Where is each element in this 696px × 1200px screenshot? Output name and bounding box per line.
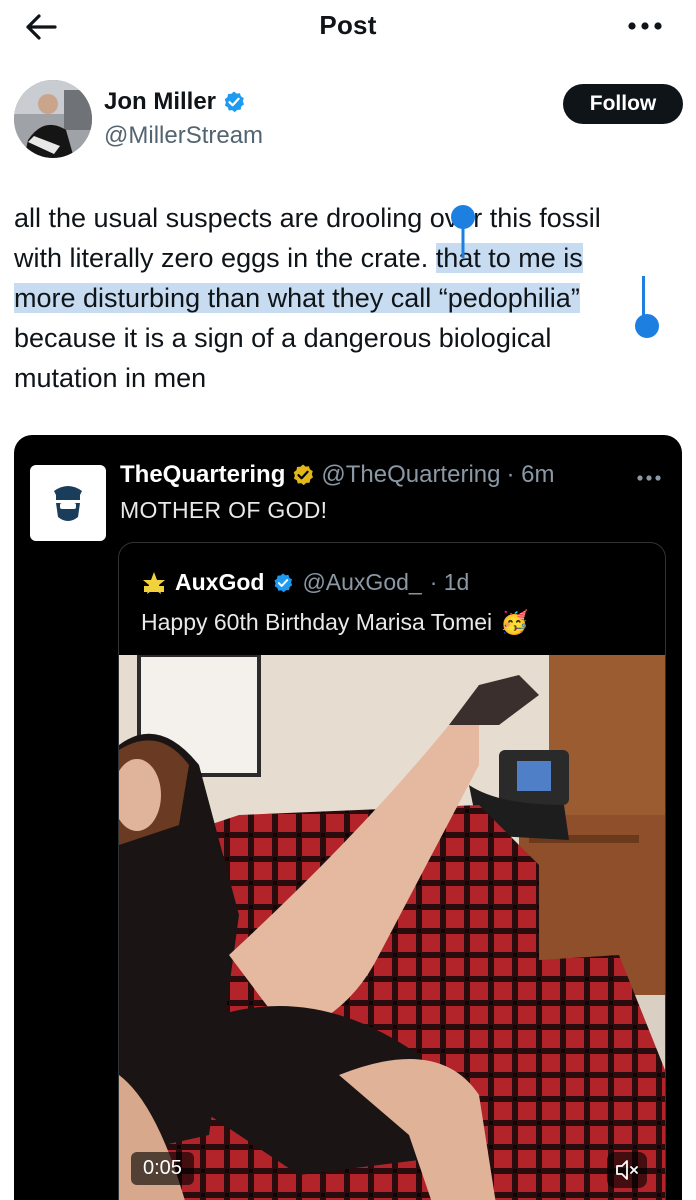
selection-start-handle[interactable] [448, 202, 478, 258]
inner-text: Happy 60th Birthday Marisa Tomei [141, 609, 493, 635]
quote-tweet-card[interactable]: TheQuartering @TheQuartering · 6m MOTHER… [14, 435, 682, 1200]
top-bar: Post [0, 0, 696, 54]
selection-end-handle[interactable] [630, 276, 662, 340]
inner-quote-card[interactable]: AuxGod @AuxGod_ · 1d Happy 60th Birthday… [118, 542, 666, 1200]
tweet-line-text: because it is a sign of a dangerous biol… [14, 323, 552, 353]
auxgod-logo-icon [143, 571, 165, 594]
quote-header: TheQuartering @TheQuartering · 6m [120, 461, 554, 489]
page-title: Post [319, 10, 377, 40]
quote-more-button[interactable] [636, 469, 662, 487]
gold-verified-badge-icon [294, 464, 314, 486]
quote-author-name[interactable]: TheQuartering [120, 461, 285, 489]
author-name-row: Jon Miller [104, 88, 246, 116]
inner-timestamp: · 1d [429, 569, 470, 595]
tweet-line-text: with literally zero eggs in the crate. [14, 243, 436, 273]
tweet-line: more disturbing than what they call “ped… [14, 278, 684, 318]
tweet-line-text: mutation in men [14, 363, 207, 393]
tweet-line: with literally zero eggs in the crate. t… [14, 238, 684, 278]
quote-author-handle[interactable]: @TheQuartering [321, 461, 500, 489]
author-name[interactable]: Jon Miller [104, 88, 216, 116]
verified-badge-icon [274, 572, 293, 592]
selected-text[interactable]: more disturbing than what they call “ped… [14, 283, 580, 313]
more-horizontal-icon [637, 475, 661, 481]
video-player[interactable]: 0:05 [119, 655, 665, 1200]
video-duration: 0:05 [131, 1152, 194, 1185]
more-options-button[interactable] [622, 10, 668, 42]
more-horizontal-icon [628, 22, 662, 30]
author-handle[interactable]: @MillerStream [104, 122, 263, 150]
quote-avatar[interactable] [30, 465, 106, 541]
avatar[interactable] [14, 80, 92, 158]
video-thumbnail [119, 655, 665, 1200]
tweet-line-text: all the usual suspects are drooling over… [14, 203, 601, 233]
tweet-line: because it is a sign of a dangerous biol… [14, 318, 684, 358]
tweet-text: all the usual suspects are drooling over… [14, 198, 684, 398]
verified-badge-icon [224, 91, 245, 113]
inner-header: AuxGod @AuxGod_ · 1d [141, 569, 469, 596]
quote-text: MOTHER OF GOD! [120, 497, 328, 523]
party-face-emoji: 🥳 [500, 609, 529, 635]
follow-button[interactable]: Follow [563, 84, 683, 124]
tweet-line: all the usual suspects are drooling over… [14, 198, 684, 238]
inner-author-name[interactable]: AuxGod [175, 569, 264, 596]
speaker-muted-icon [616, 1160, 638, 1180]
quote-timestamp: · 6m [506, 461, 555, 488]
tweet-line: mutation in men [14, 358, 684, 398]
inner-author-handle[interactable]: @AuxGod_ [302, 569, 421, 596]
author-row: Jon Miller @MillerStream Follow [14, 80, 684, 160]
inner-text-row: Happy 60th Birthday Marisa Tomei 🥳 [141, 609, 529, 636]
mute-button[interactable] [607, 1152, 647, 1188]
